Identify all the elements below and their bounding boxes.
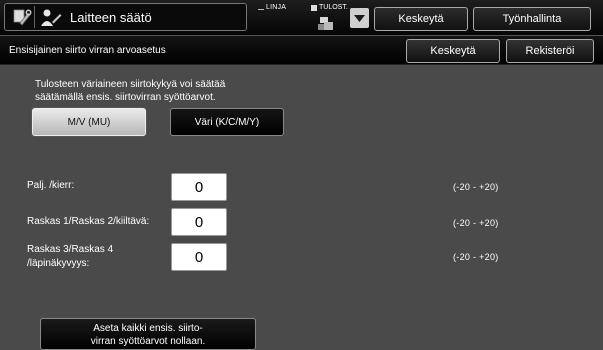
linja-indicator — [258, 5, 264, 10]
printer-icon — [318, 17, 333, 30]
reset-all-button[interactable]: Aseta kaikki ensis. siirto- virran syött… — [40, 318, 256, 350]
job-status-button[interactable]: Työnhallinta — [473, 7, 591, 31]
tulost-indicator — [311, 5, 317, 11]
plain-value-field[interactable]: 0 — [171, 173, 227, 201]
color-mode-button[interactable]: Väri (K/C/M/Y) — [170, 108, 284, 136]
register-button[interactable]: Rekisteröi — [506, 39, 594, 63]
reset-label-line-2: virran syöttöarvot nollaan. — [90, 336, 206, 347]
plain-range: (-20 - +20) — [453, 182, 499, 192]
screen-subtitle: Ensisijainen siirto virran arvoasetus — [9, 45, 166, 56]
dropdown-arrow-icon — [354, 15, 365, 22]
wrench-icon — [13, 9, 32, 26]
reset-label-line-1: Aseta kaikki ensis. siirto- — [93, 323, 203, 334]
heavy34-range: (-20 - +20) — [453, 252, 499, 262]
cancel-button[interactable]: Keskeytä — [406, 39, 500, 63]
dropdown-button[interactable] — [350, 8, 369, 28]
interrupt-button[interactable]: Keskeytä — [374, 7, 468, 31]
setting-label-plain: Palj. /kierr: — [27, 180, 75, 191]
tulost-status: TULOST. — [319, 4, 348, 11]
title-separator — [34, 6, 35, 28]
setting-label-heavy12: Raskas 1/Raskas 2/kiiltävä: — [27, 216, 150, 227]
heavy34-value-field[interactable]: 0 — [171, 243, 227, 271]
description-line-1: Tulosteen väriaineen siirtokykyä voi sää… — [35, 79, 226, 90]
description-line-2: säätämällä ensis. siirtovirran syöttöarv… — [35, 92, 216, 103]
bw-mode-button[interactable]: M/V (MU) — [32, 108, 146, 136]
page-title: Laitteen säätö — [70, 10, 152, 25]
setting-label-heavy34-line1: Raskas 3/Raskas 4 — [27, 244, 114, 255]
heavy12-value-field[interactable]: 0 — [171, 208, 227, 236]
linja-status: LINJA — [266, 4, 287, 11]
user-adjust-icon — [41, 9, 62, 26]
heavy12-range: (-20 - +20) — [453, 218, 499, 228]
setting-label-heavy34-line2: /läpinäkyvyys: — [27, 258, 90, 269]
